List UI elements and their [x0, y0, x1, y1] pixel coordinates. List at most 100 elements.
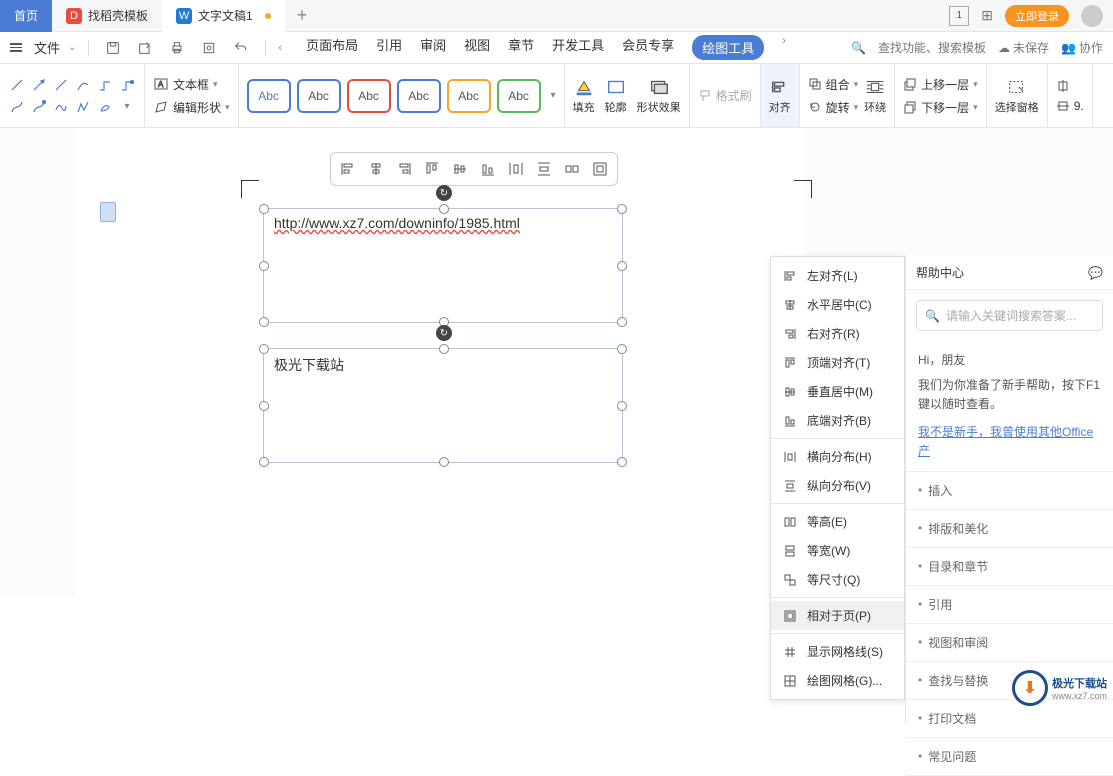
style-6[interactable]: Abc	[497, 79, 541, 113]
effect-button[interactable]: 形状效果	[637, 77, 681, 115]
menu-chapter[interactable]: 章节	[508, 35, 534, 60]
window-count-icon[interactable]: 1	[949, 6, 969, 26]
help-link[interactable]: 我不是新手，我曾使用其他Office产	[918, 425, 1093, 458]
rotate-button[interactable]: 旋转▾	[808, 99, 859, 116]
unsaved-status[interactable]: ☁未保存	[998, 39, 1049, 56]
align-right-icon[interactable]	[391, 157, 417, 181]
dd-align-bottom[interactable]: 底端对齐(B)	[771, 406, 904, 435]
style-3[interactable]: Abc	[347, 79, 391, 113]
select-pane-button[interactable]: 选择窗格	[995, 77, 1039, 115]
handle[interactable]	[617, 204, 627, 214]
align-button[interactable]: 对齐	[769, 77, 791, 115]
format-brush-button[interactable]: 格式刷	[698, 87, 752, 104]
tab-document[interactable]: W文字文稿1	[162, 0, 285, 32]
outline-button[interactable]: 轮廓	[605, 77, 627, 115]
search-icon[interactable]: 🔍	[851, 41, 866, 55]
help-cat-faq[interactable]: 常见问题	[906, 738, 1113, 776]
shape-styles[interactable]: Abc Abc Abc Abc Abc Abc	[247, 79, 541, 113]
preview-icon[interactable]	[197, 37, 221, 59]
tab-templates[interactable]: D找稻壳模板	[52, 0, 162, 32]
coop-button[interactable]: 👥协作	[1061, 39, 1103, 56]
chat-icon[interactable]: 💬	[1088, 266, 1103, 280]
tab-add-button[interactable]: +	[285, 5, 320, 26]
style-2[interactable]: Abc	[297, 79, 341, 113]
help-cat-view[interactable]: 视图和审阅	[906, 624, 1113, 662]
edit-shape-button[interactable]: 编辑形状▾	[153, 99, 230, 116]
handle[interactable]	[617, 317, 627, 327]
handle[interactable]	[439, 344, 449, 354]
distribute-v-icon[interactable]	[531, 157, 557, 181]
handle[interactable]	[617, 261, 627, 271]
grid-icon[interactable]: ⊞	[981, 7, 993, 24]
handle[interactable]	[617, 401, 627, 411]
style-5[interactable]: Abc	[447, 79, 491, 113]
align-bottom-icon[interactable]	[475, 157, 501, 181]
move-down-button[interactable]: 下移一层▾	[903, 99, 978, 116]
distribute-h-icon[interactable]	[503, 157, 529, 181]
handle[interactable]	[259, 457, 269, 467]
search-placeholder[interactable]: 查找功能、搜索模板	[878, 39, 986, 56]
chevron-right-icon[interactable]: ›	[782, 35, 786, 60]
handle[interactable]	[259, 261, 269, 271]
align-left-icon[interactable]	[335, 157, 361, 181]
size-width-field[interactable]: 9.	[1056, 99, 1084, 113]
help-cat-insert[interactable]: 插入	[906, 472, 1113, 510]
fill-button[interactable]: 填充	[573, 77, 595, 115]
export-icon[interactable]	[133, 37, 157, 59]
avatar-icon[interactable]	[1081, 5, 1103, 27]
dd-align-left[interactable]: 左对齐(L)	[771, 261, 904, 290]
menu-member[interactable]: 会员专享	[622, 35, 674, 60]
handle[interactable]	[259, 317, 269, 327]
align-center-h-icon[interactable]	[363, 157, 389, 181]
dd-equal-size[interactable]: 等尺寸(Q)	[771, 565, 904, 594]
dd-relative-page[interactable]: 相对于页(P)	[771, 601, 904, 630]
textbox-button[interactable]: A文本框▾	[153, 76, 230, 93]
undo-icon[interactable]	[229, 37, 253, 59]
wrap-button[interactable]: 环绕	[864, 77, 886, 115]
file-menu[interactable]: 文件	[34, 38, 60, 57]
dd-align-right[interactable]: 右对齐(R)	[771, 319, 904, 348]
styles-expand-icon[interactable]: ▾	[551, 90, 556, 101]
help-cat-reference[interactable]: 引用	[906, 586, 1113, 624]
handle[interactable]	[617, 344, 627, 354]
hamburger-icon[interactable]	[10, 43, 22, 52]
doc-thumb-icon[interactable]	[100, 202, 116, 222]
align-middle-v-icon[interactable]	[447, 157, 473, 181]
menu-reference[interactable]: 引用	[376, 35, 402, 60]
menu-devtools[interactable]: 开发工具	[552, 35, 604, 60]
dd-align-top[interactable]: 顶端对齐(T)	[771, 348, 904, 377]
tab-home[interactable]: 首页	[0, 0, 52, 32]
login-button[interactable]: 立即登录	[1005, 5, 1069, 27]
rotate-handle-icon[interactable]: ↻	[436, 185, 452, 201]
group-button[interactable]: 组合▾	[808, 76, 859, 93]
handle[interactable]	[259, 401, 269, 411]
handle[interactable]	[259, 204, 269, 214]
move-up-button[interactable]: 上移一层▾	[903, 76, 978, 93]
help-cat-toc[interactable]: 目录和章节	[906, 548, 1113, 586]
line-tools[interactable]: ▾	[8, 76, 136, 116]
style-4[interactable]: Abc	[397, 79, 441, 113]
align-top-icon[interactable]	[419, 157, 445, 181]
dd-distribute-v[interactable]: 纵向分布(V)	[771, 471, 904, 500]
dd-align-middle-v[interactable]: 垂直居中(M)	[771, 377, 904, 406]
equal-size-icon[interactable]	[559, 157, 585, 181]
menu-view[interactable]: 视图	[464, 35, 490, 60]
dd-equal-width[interactable]: 等宽(W)	[771, 536, 904, 565]
help-search-input[interactable]: 🔍请输入关键词搜索答案...	[916, 300, 1103, 331]
textbox-1[interactable]: ↻ http://www.xz7.com/downinfo/1985.html	[263, 208, 623, 323]
menu-review[interactable]: 审阅	[420, 35, 446, 60]
rotate-handle-icon[interactable]: ↻	[436, 325, 452, 341]
chevron-left-icon[interactable]: ‹	[278, 42, 282, 54]
size-height-icon[interactable]	[1056, 79, 1084, 93]
menu-page-layout[interactable]: 页面布局	[306, 35, 358, 60]
dd-equal-height[interactable]: 等高(E)	[771, 507, 904, 536]
menu-drawing-tools[interactable]: 绘图工具	[692, 35, 764, 60]
style-1[interactable]: Abc	[247, 79, 291, 113]
handle[interactable]	[617, 457, 627, 467]
relative-page-icon[interactable]	[587, 157, 613, 181]
dd-drawing-grid[interactable]: 绘图网格(G)...	[771, 666, 904, 695]
print-icon[interactable]	[165, 37, 189, 59]
dd-align-center-h[interactable]: 水平居中(C)	[771, 290, 904, 319]
textbox-2[interactable]: ↻ 极光下载站	[263, 348, 623, 463]
save-icon[interactable]	[101, 37, 125, 59]
